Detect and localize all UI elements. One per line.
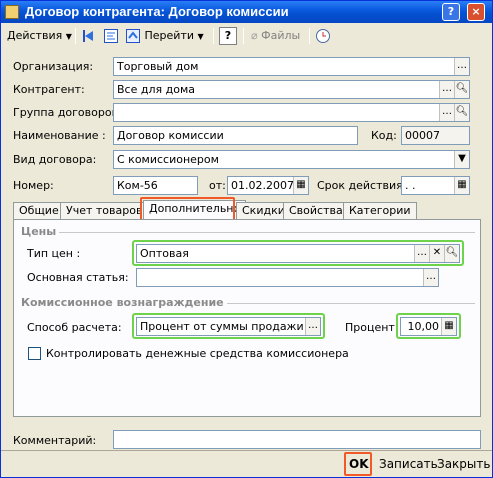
date-field[interactable]: 01.02.2007 ▦	[227, 176, 309, 195]
calendar-button[interactable]	[315, 26, 331, 46]
validity-field[interactable]: . . ▦	[401, 176, 470, 195]
go-up-button[interactable]	[81, 26, 97, 46]
number-label: Номер:	[13, 179, 54, 192]
comment-field[interactable]	[113, 430, 481, 449]
comment-label: Комментарий:	[13, 434, 97, 447]
divider	[227, 303, 475, 304]
chevron-down-icon: ▼	[197, 32, 204, 41]
counterparty-field[interactable]: Все для дома … 🔍︎	[113, 80, 470, 99]
prices-section-title: Цены	[21, 225, 57, 238]
date-value: 01.02.2007	[231, 179, 294, 192]
validity-label: Срок действия:	[317, 179, 407, 192]
tab-general[interactable]: Общие	[13, 202, 65, 220]
name-value: Договор комиссии	[117, 129, 224, 142]
goto-icon	[126, 29, 140, 43]
files-button-label: Файлы	[261, 29, 301, 42]
actions-menu-label: Действия	[7, 29, 63, 42]
percent-label: Процент:	[345, 321, 399, 334]
group-field[interactable]: … 🔍︎	[113, 103, 470, 122]
select-button[interactable]: …	[454, 58, 469, 75]
organization-label: Организация:	[13, 60, 94, 73]
main-article-field[interactable]: …	[136, 268, 439, 287]
percent-value: 10,00	[407, 320, 440, 333]
select-button[interactable]: …	[439, 81, 454, 98]
structure-button[interactable]	[103, 26, 119, 46]
goto-menu-label: Перейти	[144, 29, 195, 42]
save-button[interactable]: Записать	[379, 453, 438, 475]
select-button[interactable]: …	[423, 269, 438, 286]
toolbar: Действия ▼ Перейти ▼ ? ⌀ Файлы	[3, 24, 491, 48]
toolbar-separator	[309, 28, 310, 44]
toolbar-separator	[213, 28, 214, 44]
toolbar-separator	[243, 28, 244, 44]
ok-button[interactable]: OK	[349, 453, 369, 475]
contract-window: Договор контрагента: Договор комиссии ? …	[0, 0, 493, 478]
paperclip-icon: ⌀	[251, 29, 258, 42]
toolbar-separator	[75, 28, 76, 44]
price-type-value: Оптовая	[140, 247, 189, 260]
tab-goods-accounting[interactable]: Учет товаров	[60, 202, 149, 220]
chevron-down-icon: ▼	[65, 32, 72, 41]
name-field[interactable]: Договор комиссии	[113, 126, 358, 145]
tab-properties[interactable]: Свойства	[283, 202, 349, 220]
search-icon[interactable]: 🔍︎	[454, 81, 469, 98]
counterparty-label: Контрагент:	[13, 83, 85, 96]
validity-value: . .	[405, 179, 416, 192]
calendar-icon	[316, 29, 330, 43]
calc-method-label: Способ расчета:	[27, 321, 122, 334]
code-field[interactable]: 00007	[401, 126, 470, 145]
contract-type-value: С комиссионером	[117, 153, 219, 166]
select-button[interactable]: …	[414, 245, 429, 262]
organization-value: Торговый дом	[117, 60, 199, 73]
goto-menu[interactable]: Перейти ▼	[125, 26, 204, 46]
price-type-label: Тип цен :	[27, 247, 81, 260]
calc-method-field[interactable]: Процент от суммы продажи …	[136, 317, 321, 336]
title-help-button[interactable]: ?	[442, 3, 460, 21]
main-article-label: Основная статья:	[27, 271, 129, 284]
contract-type-select[interactable]: С комиссионером ▼	[113, 150, 470, 169]
window-title: Договор контрагента: Договор комиссии	[25, 4, 289, 19]
number-value: Ком-56	[117, 179, 158, 192]
control-funds-label: Контролировать денежные средства комисси…	[46, 347, 349, 360]
calc-method-value: Процент от суммы продажи	[140, 320, 304, 333]
code-value: 00007	[405, 129, 440, 142]
help-button[interactable]: ?	[219, 27, 237, 45]
actions-menu[interactable]: Действия ▼	[7, 26, 72, 46]
files-button[interactable]: ⌀ Файлы	[251, 26, 300, 46]
title-close-button[interactable]: ×	[467, 3, 485, 21]
chevron-down-icon[interactable]: ▼	[454, 151, 469, 168]
group-label: Группа договоров:	[13, 106, 122, 119]
search-icon[interactable]: 🔍︎	[444, 245, 459, 262]
code-label: Код:	[371, 129, 397, 142]
select-button[interactable]: …	[439, 104, 454, 121]
number-field[interactable]: Ком-56	[113, 176, 198, 195]
clear-icon[interactable]: ✕	[429, 245, 444, 262]
select-button[interactable]: …	[305, 318, 320, 335]
calculator-icon[interactable]: ▦	[441, 318, 456, 335]
arrow-left-icon	[83, 30, 93, 42]
title-bar: Договор контрагента: Договор комиссии ? …	[1, 1, 492, 23]
control-funds-checkbox[interactable]	[28, 347, 41, 360]
commission-section-title: Комиссионное вознаграждение	[21, 296, 224, 309]
close-button[interactable]: Закрыть	[437, 453, 490, 475]
contract-type-label: Вид договора:	[13, 153, 97, 166]
tab-categories[interactable]: Категории	[343, 202, 417, 220]
divider	[59, 232, 475, 233]
name-label: Наименование :	[13, 129, 106, 142]
active-tab-highlight	[140, 197, 235, 221]
price-type-field[interactable]: Оптовая … ✕ 🔍︎	[136, 244, 460, 263]
from-label: от:	[209, 179, 226, 192]
search-icon[interactable]: 🔍︎	[454, 104, 469, 121]
calendar-icon[interactable]: ▦	[454, 177, 469, 194]
organization-field[interactable]: Торговый дом …	[113, 57, 470, 76]
counterparty-value: Все для дома	[117, 83, 195, 96]
document-icon	[5, 5, 19, 19]
percent-field[interactable]: 10,00 ▦	[400, 317, 457, 336]
footer-divider	[1, 450, 492, 451]
structure-icon	[104, 29, 118, 43]
calendar-icon[interactable]: ▦	[293, 177, 308, 194]
